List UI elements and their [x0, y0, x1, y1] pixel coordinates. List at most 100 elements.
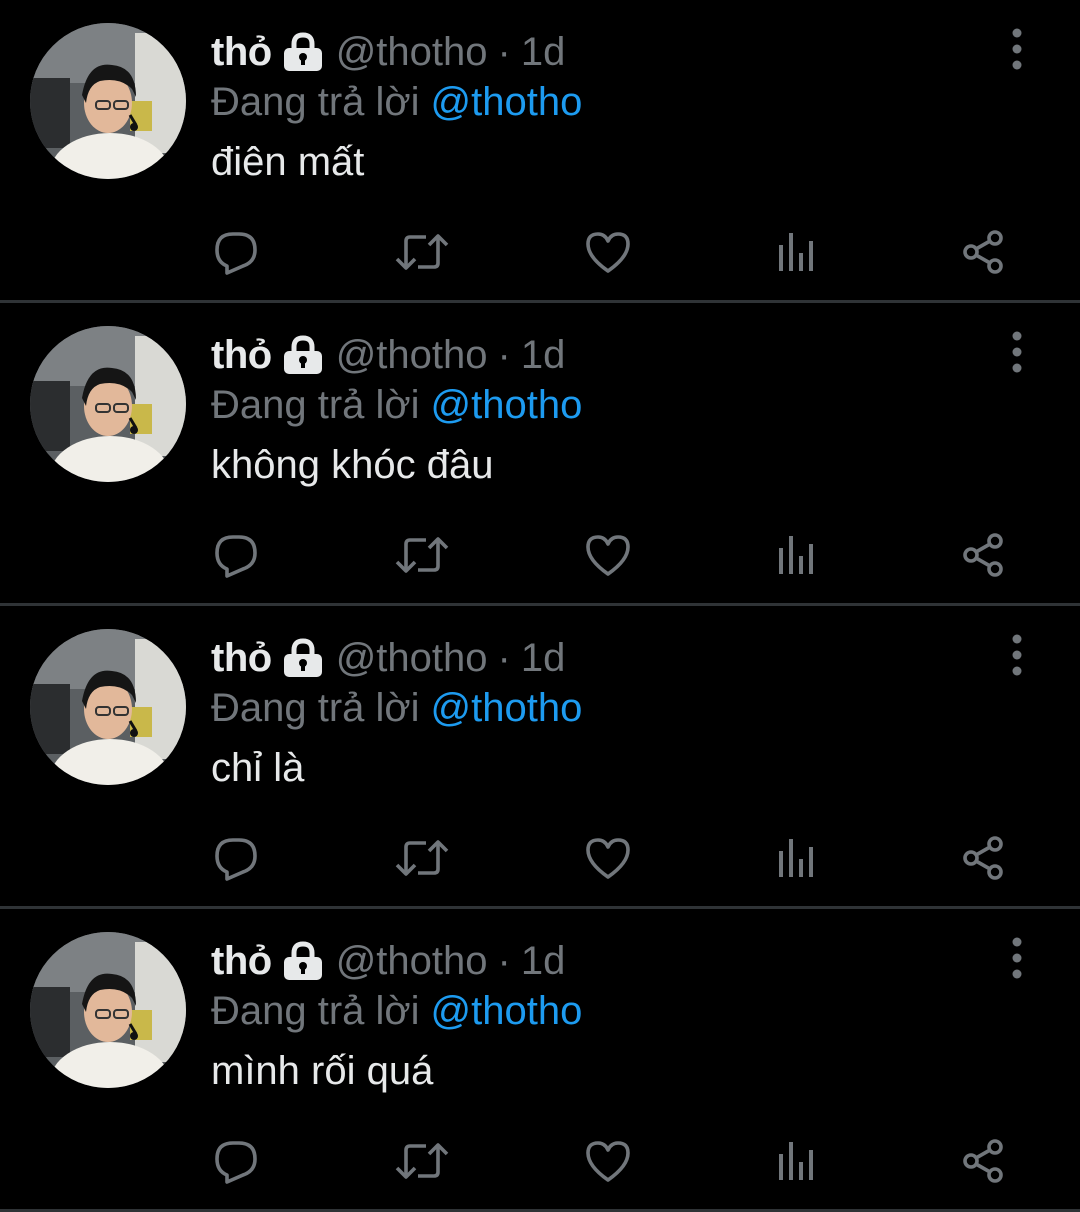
reply-button[interactable] [208, 1133, 264, 1189]
timestamp[interactable]: 1d [521, 939, 566, 984]
avatar[interactable] [30, 23, 186, 179]
heart-icon [586, 535, 630, 576]
retweet-button[interactable] [394, 527, 450, 583]
avatar[interactable] [30, 932, 186, 1088]
bar-chart-icon [779, 233, 813, 271]
tweet-text: mình rối quá [211, 1049, 434, 1093]
tweet-actions [0, 224, 1080, 280]
tweet-actions [0, 527, 1080, 583]
views-button[interactable] [768, 830, 824, 886]
share-button[interactable] [955, 1133, 1011, 1189]
tweet-item[interactable]: thỏ @thotho · 1d Đang trả lời @thotho ch… [0, 606, 1080, 909]
views-button[interactable] [768, 1133, 824, 1189]
heart-icon [586, 232, 630, 273]
display-name[interactable]: thỏ [211, 30, 272, 75]
tweet-item[interactable]: thỏ @thotho · 1d Đang trả lời @thotho mì… [0, 909, 1080, 1212]
more-vertical-icon[interactable] [996, 330, 1038, 374]
retweet-button[interactable] [394, 1133, 450, 1189]
display-name[interactable]: thỏ [211, 636, 272, 681]
reply-bubble-icon [215, 1141, 257, 1184]
views-button[interactable] [768, 224, 824, 280]
share-icon [963, 230, 1003, 274]
avatar-image [30, 932, 186, 1088]
bar-chart-icon [779, 839, 813, 877]
share-icon [963, 1139, 1003, 1183]
retweet-icon [395, 1143, 449, 1179]
like-button[interactable] [580, 224, 636, 280]
tweet-actions [0, 1133, 1080, 1189]
like-button[interactable] [580, 1133, 636, 1189]
tweet-header: thỏ @thotho · 1d [211, 329, 565, 381]
retweet-button[interactable] [394, 224, 450, 280]
tweet-header: thỏ @thotho · 1d [211, 632, 565, 684]
heart-icon [586, 1141, 630, 1182]
share-icon [963, 836, 1003, 880]
avatar[interactable] [30, 326, 186, 482]
bar-chart-icon [779, 1142, 813, 1180]
tweet-actions [0, 830, 1080, 886]
tweet-text: không khóc đâu [211, 443, 494, 487]
heart-icon [586, 838, 630, 879]
replying-to-mention[interactable]: @thotho [431, 686, 583, 731]
replying-to-label: Đang trả lời [211, 382, 420, 427]
avatar-image [30, 326, 186, 482]
bar-chart-icon [779, 536, 813, 574]
views-button[interactable] [768, 527, 824, 583]
avatar-image [30, 629, 186, 785]
more-vertical-icon[interactable] [996, 633, 1038, 677]
reply-button[interactable] [208, 224, 264, 280]
display-name[interactable]: thỏ [211, 939, 272, 984]
share-button[interactable] [955, 527, 1011, 583]
tweet-text: điên mất [211, 140, 365, 184]
lock-icon [282, 335, 324, 375]
replying-to: Đang trả lời @thotho [211, 682, 582, 734]
replying-to: Đang trả lời @thotho [211, 985, 582, 1037]
more-vertical-icon[interactable] [996, 27, 1038, 71]
tweet-header: thỏ @thotho · 1d [211, 26, 565, 78]
reply-bubble-icon [215, 838, 257, 881]
separator-dot: · [497, 332, 511, 377]
avatar-image [30, 23, 186, 179]
tweet-text: chỉ là [211, 746, 305, 790]
timestamp[interactable]: 1d [521, 333, 566, 378]
lock-icon [282, 32, 324, 72]
replying-to-label: Đang trả lời [211, 79, 420, 124]
tweet-header: thỏ @thotho · 1d [211, 935, 565, 987]
reply-bubble-icon [215, 232, 257, 275]
share-button[interactable] [955, 830, 1011, 886]
user-handle[interactable]: @thotho [336, 636, 488, 681]
replying-to-label: Đang trả lời [211, 685, 420, 730]
retweet-button[interactable] [394, 830, 450, 886]
more-vertical-icon[interactable] [996, 936, 1038, 980]
tweet-feed: thỏ @thotho · 1d Đang trả lời @thotho đi… [0, 0, 1080, 1212]
share-button[interactable] [955, 224, 1011, 280]
lock-icon [282, 941, 324, 981]
like-button[interactable] [580, 527, 636, 583]
share-icon [963, 533, 1003, 577]
lock-icon [282, 638, 324, 678]
tweet-item[interactable]: thỏ @thotho · 1d Đang trả lời @thotho đi… [0, 0, 1080, 303]
separator-dot: · [497, 938, 511, 983]
replying-to-mention[interactable]: @thotho [431, 383, 583, 428]
replying-to-mention[interactable]: @thotho [431, 80, 583, 125]
separator-dot: · [497, 29, 511, 74]
display-name[interactable]: thỏ [211, 333, 272, 378]
user-handle[interactable]: @thotho [336, 30, 488, 75]
replying-to-mention[interactable]: @thotho [431, 989, 583, 1034]
separator-dot: · [497, 635, 511, 680]
retweet-icon [395, 840, 449, 876]
timestamp[interactable]: 1d [521, 636, 566, 681]
replying-to: Đang trả lời @thotho [211, 76, 582, 128]
replying-to-label: Đang trả lời [211, 988, 420, 1033]
retweet-icon [395, 234, 449, 270]
user-handle[interactable]: @thotho [336, 939, 488, 984]
reply-button[interactable] [208, 830, 264, 886]
avatar[interactable] [30, 629, 186, 785]
retweet-icon [395, 537, 449, 573]
tweet-item[interactable]: thỏ @thotho · 1d Đang trả lời @thotho kh… [0, 303, 1080, 606]
timestamp[interactable]: 1d [521, 30, 566, 75]
reply-button[interactable] [208, 527, 264, 583]
user-handle[interactable]: @thotho [336, 333, 488, 378]
replying-to: Đang trả lời @thotho [211, 379, 582, 431]
like-button[interactable] [580, 830, 636, 886]
